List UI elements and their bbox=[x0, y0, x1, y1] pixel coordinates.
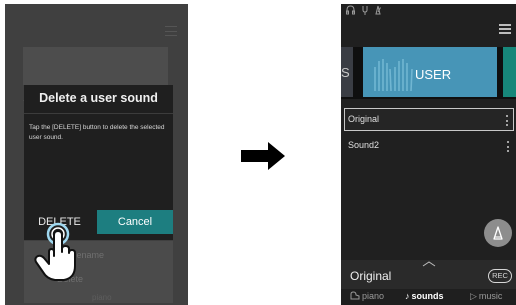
chevron-up-icon[interactable] bbox=[422, 261, 436, 267]
menu-icon[interactable] bbox=[499, 24, 511, 34]
transition-arrow-icon bbox=[241, 142, 285, 170]
tab-piano[interactable]: piano bbox=[350, 291, 384, 301]
headphones-icon bbox=[346, 5, 355, 15]
tab-sounds-label: sounds bbox=[411, 291, 444, 301]
current-sound-name: Original bbox=[350, 269, 392, 283]
category-tile-previous-label: S bbox=[341, 65, 350, 80]
right-phone-screen: S USER Original Sound2 Original REC pian… bbox=[341, 4, 516, 305]
sound-list-item-sound2[interactable]: Sound2 bbox=[344, 135, 514, 157]
menu-icon bbox=[165, 26, 177, 36]
background-tab-piano: piano bbox=[92, 293, 112, 302]
tab-piano-label: piano bbox=[362, 291, 385, 301]
sound-list-item-original[interactable]: Original bbox=[344, 108, 514, 131]
piano-icon bbox=[350, 291, 360, 300]
sound-item-label: Original bbox=[348, 114, 380, 124]
tapping-hand-icon bbox=[34, 222, 76, 281]
left-phone-screen: Delete a user sound Tap the [DELETE] but… bbox=[5, 4, 188, 305]
bottom-tab-bar: piano ♪ sounds ▷ music bbox=[341, 289, 516, 305]
kebab-menu-icon[interactable] bbox=[507, 141, 510, 152]
dialog-message: Tap the [DELETE] button to delete the se… bbox=[29, 124, 165, 141]
category-tile-user-label: USER bbox=[415, 67, 452, 82]
status-icons bbox=[346, 5, 381, 15]
category-tile-next[interactable] bbox=[503, 47, 516, 97]
sound-item-label: Sound2 bbox=[348, 140, 380, 150]
rec-button[interactable]: REC bbox=[488, 269, 512, 283]
hands-graphic-icon bbox=[374, 59, 413, 92]
background-category-tile bbox=[23, 47, 168, 85]
delete-dialog: Delete a user sound Tap the [DELETE] but… bbox=[24, 85, 173, 240]
dialog-divider bbox=[24, 113, 173, 114]
metronome-icon bbox=[375, 5, 381, 15]
music-note-icon: ♪ bbox=[405, 291, 410, 301]
tab-sounds[interactable]: ♪ sounds bbox=[405, 291, 444, 301]
kebab-menu-icon[interactable] bbox=[506, 115, 509, 126]
metronome-icon bbox=[493, 226, 503, 240]
tab-music-label: music bbox=[478, 291, 503, 301]
cancel-button[interactable]: Cancel bbox=[97, 210, 173, 234]
category-tile-user[interactable]: USER bbox=[363, 47, 497, 97]
dialog-title: Delete a user sound bbox=[39, 91, 158, 105]
play-icon: ▷ bbox=[470, 291, 477, 301]
metronome-button[interactable] bbox=[484, 219, 512, 247]
tab-music[interactable]: ▷ music bbox=[470, 291, 502, 302]
tuning-fork-icon bbox=[362, 6, 368, 15]
